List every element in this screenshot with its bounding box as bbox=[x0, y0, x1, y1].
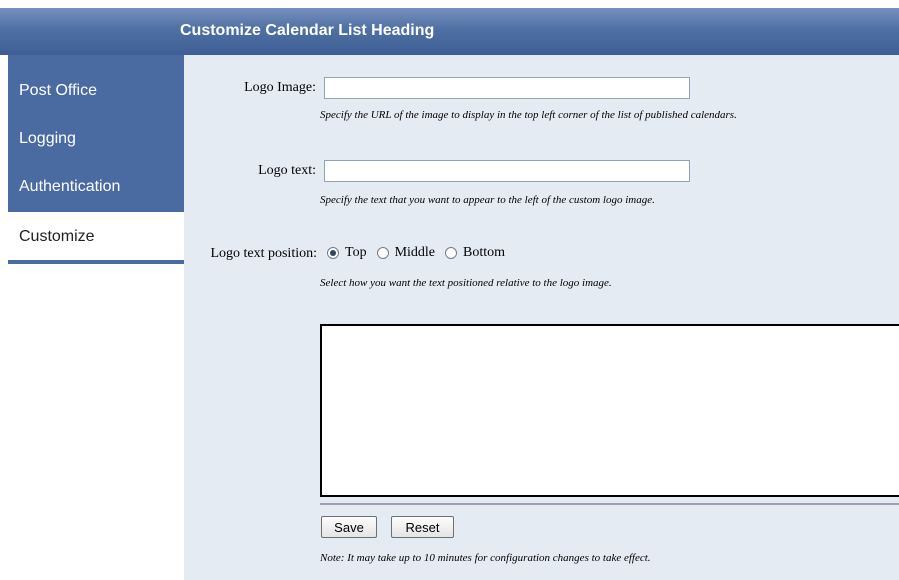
page-header: Customize Calendar List Heading bbox=[0, 8, 899, 55]
sidebar-item-customize[interactable]: Customize bbox=[8, 212, 184, 262]
radio-selected-dot bbox=[330, 250, 336, 256]
logo-text-position-label: Logo text position: bbox=[210, 246, 317, 261]
logo-text-position-help: Select how you want the text positioned … bbox=[320, 277, 612, 289]
active-tab-indicator bbox=[8, 260, 184, 264]
logo-image-input[interactable] bbox=[324, 77, 690, 99]
logo-text-position-radio-group: Top Middle Bottom bbox=[327, 245, 515, 261]
page-title: Customize Calendar List Heading bbox=[180, 22, 435, 39]
radio-bottom-label: Bottom bbox=[463, 245, 506, 260]
config-note: Note: It may take up to 10 minutes for c… bbox=[320, 552, 651, 564]
logo-image-label: Logo Image: bbox=[244, 80, 316, 95]
main-content bbox=[184, 55, 899, 580]
save-button[interactable]: Save bbox=[321, 516, 377, 538]
custom-html-textarea[interactable] bbox=[320, 324, 899, 497]
logo-image-help: Specify the URL of the image to display … bbox=[320, 109, 737, 121]
textarea-horizontal-scrollbar[interactable] bbox=[320, 503, 899, 505]
logo-text-help: Specify the text that you want to appear… bbox=[320, 194, 655, 206]
radio-middle[interactable] bbox=[376, 247, 389, 259]
radio-middle-label: Middle bbox=[394, 245, 436, 260]
reset-button[interactable]: Reset bbox=[391, 516, 454, 538]
radio-bottom[interactable] bbox=[445, 247, 458, 259]
sidebar-item-post-office[interactable]: Post Office bbox=[8, 66, 184, 116]
logo-text-label: Logo text: bbox=[258, 163, 316, 178]
radio-top-label: Top bbox=[345, 245, 367, 260]
logo-text-input[interactable] bbox=[324, 160, 690, 182]
radio-top[interactable] bbox=[327, 247, 339, 259]
sidebar-item-authentication[interactable]: Authentication bbox=[8, 162, 184, 212]
sidebar-item-logging[interactable]: Logging bbox=[8, 114, 184, 164]
